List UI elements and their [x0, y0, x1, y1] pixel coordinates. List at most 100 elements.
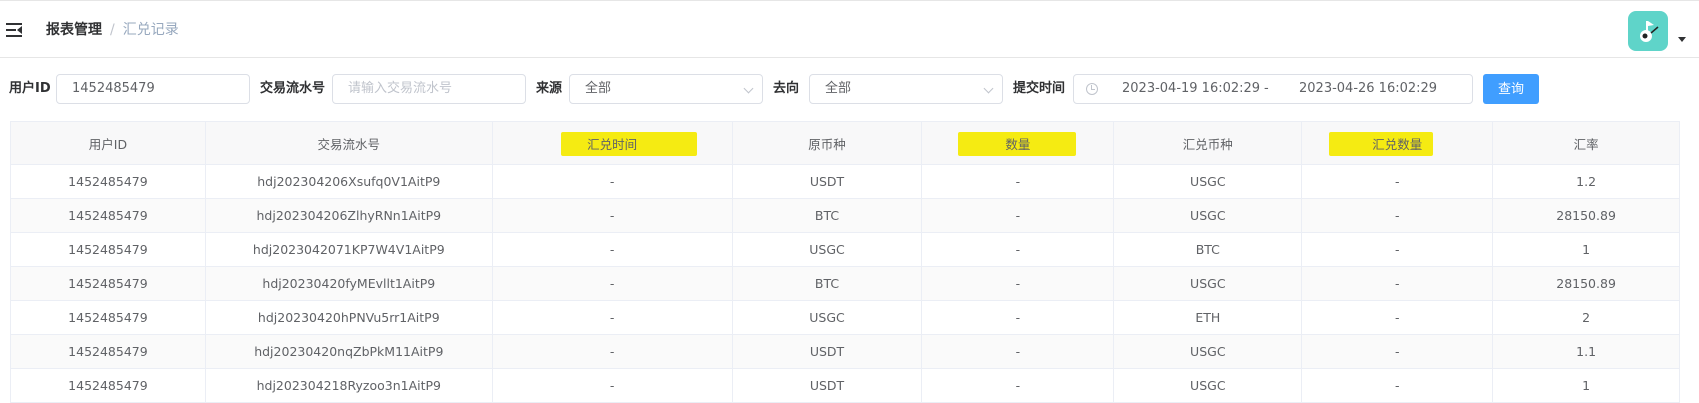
table-cell: ETH [1114, 301, 1303, 334]
column-header-highlighted: 数量 [922, 122, 1115, 164]
user-id-input[interactable]: 1452485479 [56, 74, 250, 104]
date-end[interactable]: 2023-04-26 16:02:29 [1299, 75, 1437, 103]
table-cell: USDT [733, 165, 923, 198]
table-cell: hdj202304206ZlhyRNn1AitP9 [206, 199, 493, 232]
table-cell: - [1302, 267, 1494, 300]
table-cell: hdj2023042071KP7W4V1AitP9 [206, 233, 493, 266]
breadcrumb-item-report[interactable]: 报表管理 [46, 22, 102, 38]
table-cell: USGC [1114, 267, 1303, 300]
table-cell: - [922, 199, 1115, 232]
table-cell: 2 [1493, 301, 1681, 334]
source-select-value: 全部 [585, 81, 612, 96]
table-cell: - [493, 165, 733, 198]
table-row[interactable]: 1452485479 hdj202304206ZlhyRNn1AitP9- BTC -… [11, 199, 1681, 233]
source-select[interactable]: 全部 [569, 74, 763, 104]
column-header: 汇率 [1493, 122, 1681, 164]
table-row[interactable]: 1452485479 hdj202304218Ryzoo3n1AitP9- USDT… [11, 369, 1681, 403]
table-cell: - [1302, 301, 1494, 334]
table-cell: hdj20230420fyMEvllt1AitP9 [206, 267, 493, 300]
table-cell: 1452485479 [11, 335, 206, 368]
table-cell: 1452485479 [11, 369, 206, 402]
table-cell: hdj20230420nqZbPkM11AitP9 [206, 335, 493, 368]
filter-bar: 用户ID 1452485479 交易流水号 请输入交易流水号 来源 全部 去向 … [0, 74, 1699, 104]
table-row[interactable]: 1452485479 hdj20230420nqZbPkM11AitP9- USDT… [11, 335, 1681, 369]
table-cell: - [922, 233, 1115, 266]
table-cell: 28150.89 [1493, 267, 1681, 300]
chevron-down-icon [983, 83, 994, 94]
table-cell: - [922, 301, 1115, 334]
table-cell: 1.1 [1493, 335, 1681, 368]
table-cell: - [1302, 369, 1494, 402]
table-cell: USDT [733, 369, 923, 402]
table-cell: BTC [733, 267, 923, 300]
table-cell: USDT [733, 335, 923, 368]
exchange-records-table: 用户ID 交易流水号 汇兑时间 原币种 数量 汇兑币种 汇兑数量 汇率 1452… [10, 121, 1681, 403]
breadcrumb-separator: / [110, 22, 115, 38]
date-range-separator: - [1264, 81, 1269, 96]
avatar-icon[interactable] [1628, 11, 1668, 51]
serial-input[interactable]: 请输入交易流水号 [332, 74, 526, 104]
table-cell: USGC [1114, 369, 1303, 402]
serial-label: 交易流水号 [260, 81, 326, 96]
table-cell: BTC [1114, 233, 1303, 266]
table-cell: - [1302, 165, 1494, 198]
table-cell: - [493, 267, 733, 300]
table-body: 1452485479 hdj202304206Xsufq0V1AitP9- USDT… [11, 165, 1681, 403]
table-cell: USGC [733, 301, 923, 334]
table-cell: USGC [1114, 199, 1303, 232]
column-header: 用户ID [11, 122, 206, 164]
table-cell: 1452485479 [11, 233, 206, 266]
breadcrumb-item-exchange-records: 汇兑记录 [122, 22, 179, 38]
column-header: 交易流水号 [206, 122, 493, 164]
column-header: 原币种 [733, 122, 923, 164]
table-cell: - [1302, 335, 1494, 368]
table-cell: - [1302, 199, 1494, 232]
table-row[interactable]: 1452485479 hdj202304206Xsufq0V1AitP9- USDT… [11, 165, 1681, 199]
query-button[interactable]: 查询 [1483, 74, 1539, 104]
table-cell: 28150.89 [1493, 199, 1681, 232]
table-cell: - [493, 335, 733, 368]
table-cell: - [1302, 233, 1494, 266]
table-cell: - [922, 267, 1115, 300]
table-cell: 1452485479 [11, 199, 206, 232]
caret-down-icon[interactable] [1678, 37, 1686, 42]
table-cell: 1452485479 [11, 301, 206, 334]
date-range-picker[interactable]: 2023-04-19 16:02:29 - 2023-04-26 16:02:2… [1073, 74, 1473, 104]
table-row[interactable]: 1452485479 hdj20230420hPNVu5rr1AitP9- USGC… [11, 301, 1681, 335]
source-label: 来源 [536, 81, 563, 96]
hamburger-icon[interactable] [6, 23, 22, 37]
table-cell: hdj202304218Ryzoo3n1AitP9 [206, 369, 493, 402]
top-navbar: 报表管理 / 汇兑记录 [0, 0, 1699, 58]
table-cell: BTC [733, 199, 923, 232]
target-label: 去向 [773, 81, 800, 96]
table-cell: USGC [733, 233, 923, 266]
target-select[interactable]: 全部 [809, 74, 1003, 104]
table-row[interactable]: 1452485479 hdj20230420fyMEvllt1AitP9- BTC -… [11, 267, 1681, 301]
time-label: 提交时间 [1013, 81, 1066, 96]
table-header: 用户ID 交易流水号 汇兑时间 原币种 数量 汇兑币种 汇兑数量 汇率 [11, 122, 1681, 165]
clock-icon [1086, 83, 1098, 95]
table-cell: 1452485479 [11, 165, 206, 198]
table-cell: 1 [1493, 369, 1681, 402]
table-cell: hdj202304206Xsufq0V1AitP9 [206, 165, 493, 198]
table-cell: - [493, 369, 733, 402]
table-cell: - [922, 369, 1115, 402]
table-row[interactable]: 1452485479 hdj2023042071KP7W4V1AitP9- USGC… [11, 233, 1681, 267]
column-header-highlighted: 汇兑数量 [1302, 122, 1494, 164]
column-header-highlighted: 汇兑时间 [493, 122, 733, 164]
breadcrumb: 报表管理 / 汇兑记录 [46, 21, 179, 39]
table-cell: 1.2 [1493, 165, 1681, 198]
table-cell: USGC [1114, 335, 1303, 368]
table-cell: hdj20230420hPNVu5rr1AitP9 [206, 301, 493, 334]
column-header: 汇兑币种 [1114, 122, 1303, 164]
table-cell: - [922, 165, 1115, 198]
table-cell: - [493, 199, 733, 232]
table-cell: 1452485479 [11, 267, 206, 300]
table-cell: - [493, 233, 733, 266]
table-cell: 1 [1493, 233, 1681, 266]
date-start[interactable]: 2023-04-19 16:02:29 [1122, 75, 1260, 103]
table-cell: - [493, 301, 733, 334]
chevron-down-icon [743, 83, 754, 94]
table-cell: USGC [1114, 165, 1303, 198]
user-id-label: 用户ID [9, 81, 51, 96]
